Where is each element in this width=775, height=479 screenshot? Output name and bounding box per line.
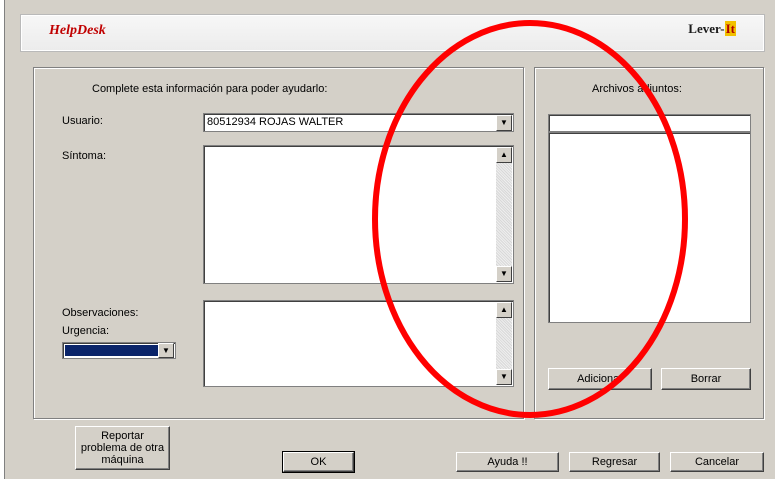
arrow-down-icon[interactable]: ▼	[496, 369, 512, 385]
urgency-label: Urgencia:	[62, 325, 110, 337]
urgency-combobox[interactable]: ▼	[62, 342, 176, 359]
user-combobox[interactable]: 80512934 ROJAS WALTER ▼	[203, 113, 514, 132]
attachments-list[interactable]	[548, 132, 751, 323]
brand-prefix: Lever-	[688, 21, 725, 36]
symptom-textarea[interactable]: ▲ ▼	[203, 145, 514, 284]
arrow-up-icon[interactable]: ▲	[496, 302, 512, 318]
header-banner: HelpDesk Lever-It	[20, 14, 765, 52]
app-title: HelpDesk	[49, 23, 106, 38]
arrow-down-icon[interactable]: ▼	[496, 266, 512, 282]
brand-suffix: It	[724, 21, 736, 36]
delete-attachment-button[interactable]: Borrar	[661, 368, 751, 390]
cancel-button[interactable]: Cancelar	[670, 452, 764, 472]
user-label: Usuario:	[62, 115, 103, 127]
add-attachment-button[interactable]: Adicionar	[548, 368, 652, 390]
observations-label: Observaciones:	[62, 307, 139, 319]
form-instructions: Complete esta información para poder ayu…	[92, 83, 328, 95]
report-other-machine-button[interactable]: Reportar problema de otra máquina	[75, 426, 170, 470]
attachments-title: Archivos adjuntos:	[592, 83, 682, 95]
observations-textarea[interactable]: ▲ ▼	[203, 300, 514, 387]
symptom-label: Síntoma:	[62, 150, 107, 162]
chevron-down-icon[interactable]: ▼	[158, 343, 174, 358]
brand-logo: Lever-It	[688, 21, 736, 37]
user-value: 80512934 ROJAS WALTER	[207, 116, 344, 128]
ok-button[interactable]: OK	[282, 451, 355, 473]
arrow-up-icon[interactable]: ▲	[496, 147, 512, 163]
help-button[interactable]: Ayuda !!	[456, 452, 559, 472]
back-button[interactable]: Regresar	[569, 452, 660, 472]
observations-scrollbar-track[interactable]	[496, 318, 512, 369]
chevron-down-icon[interactable]: ▼	[496, 115, 512, 131]
symptom-scrollbar-track[interactable]	[496, 163, 512, 266]
attachment-path-input[interactable]	[548, 114, 751, 132]
urgency-selection	[65, 345, 158, 356]
